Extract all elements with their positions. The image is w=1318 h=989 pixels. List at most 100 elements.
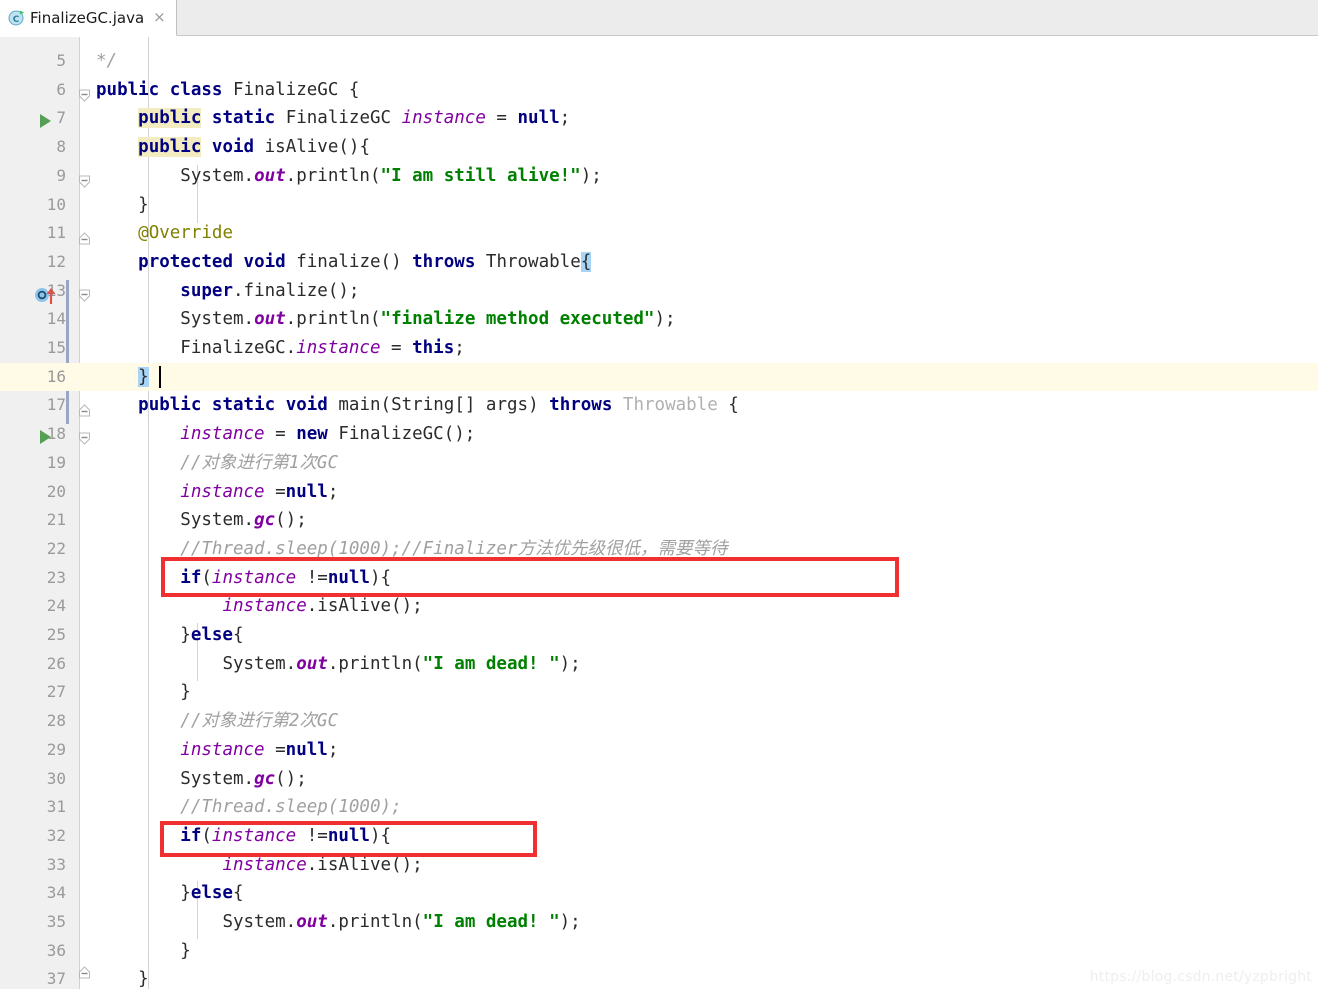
- run-gutter-icon[interactable]: [40, 430, 51, 444]
- line-number: 9: [56, 165, 66, 185]
- code-line[interactable]: 30 System.gc();: [0, 765, 1318, 794]
- line-number: 10: [46, 194, 66, 214]
- override-method-icon[interactable]: [34, 285, 60, 305]
- code-line[interactable]: 35 System.out.println("I am dead! ");: [0, 908, 1318, 937]
- line-number: 14: [46, 309, 66, 329]
- line-number: 23: [46, 567, 66, 587]
- code-line[interactable]: 9 System.out.println("I am still alive!"…: [0, 162, 1318, 191]
- code-line[interactable]: 20 instance =null;: [0, 478, 1318, 507]
- tab-finalizegc-java[interactable]: C FinalizeGC.java ×: [0, 0, 177, 36]
- code-text: System.out.println("finalize method exec…: [180, 309, 676, 330]
- code-line[interactable]: 25 }else{: [0, 621, 1318, 650]
- code-line[interactable]: 13 super.finalize();: [0, 277, 1318, 306]
- line-number: 8: [56, 137, 66, 157]
- line-number: 7: [56, 108, 66, 128]
- fold-marker-end[interactable]: [76, 964, 93, 981]
- code-text: System.gc();: [180, 768, 307, 789]
- editor-tab-bar: C FinalizeGC.java ×: [0, 0, 1318, 36]
- code-editor[interactable]: 5 */ 6 public class FinalizeGC { 7 public st…: [0, 37, 1318, 989]
- code-line[interactable]: 17 public static void main(String[] args…: [0, 391, 1318, 420]
- code-text: System.out.println("I am dead! ");: [222, 653, 581, 674]
- code-line[interactable]: 5 */: [0, 47, 1318, 76]
- line-number: 31: [46, 797, 66, 817]
- code-text: }: [138, 366, 149, 387]
- fold-marker-end[interactable]: [76, 230, 93, 247]
- tab-label: FinalizeGC.java: [30, 8, 145, 27]
- code-text: }: [96, 194, 149, 215]
- code-text: instance =null;: [180, 739, 339, 760]
- code-line[interactable]: 16 }: [0, 362, 1318, 392]
- fold-marker-minus[interactable]: [76, 287, 93, 304]
- code-text: }: [96, 940, 191, 961]
- code-text: }else{: [96, 625, 244, 645]
- line-number: 19: [46, 452, 66, 472]
- fold-marker-minus[interactable]: [76, 87, 93, 104]
- red-box-1: [161, 557, 899, 597]
- code-text: //对象进行第1次GC: [180, 452, 338, 473]
- code-line[interactable]: 21 System.gc();: [0, 506, 1318, 535]
- ide-editor-window: C FinalizeGC.java × 5 */ 6 public class Fin…: [0, 0, 1318, 989]
- line-number: 16: [46, 366, 66, 386]
- code-line[interactable]: 29 instance =null;: [0, 736, 1318, 765]
- svg-text:C: C: [13, 15, 20, 25]
- line-number: 15: [46, 338, 66, 357]
- code-text: }: [96, 682, 191, 703]
- close-icon[interactable]: ×: [153, 10, 166, 25]
- code-text: //Thread.sleep(1000);: [180, 797, 402, 818]
- line-number: 18: [46, 424, 66, 444]
- line-number: 30: [46, 768, 66, 788]
- code-line[interactable]: 26 System.out.println("I am dead! ");: [0, 650, 1318, 679]
- code-line[interactable]: 10 }: [0, 191, 1318, 220]
- code-text: }else{: [96, 883, 244, 904]
- line-number: 6: [56, 79, 66, 99]
- code-text: public static FinalizeGC instance = null…: [138, 108, 571, 129]
- code-text: public static void main(String[] args) t…: [138, 395, 739, 416]
- line-number: 28: [46, 711, 66, 731]
- code-line[interactable]: 19 //对象进行第1次GC: [0, 449, 1318, 478]
- code-line[interactable]: 11 @Override: [0, 219, 1318, 248]
- code-line[interactable]: 8 public void isAlive(){: [0, 133, 1318, 162]
- code-text: FinalizeGC.instance = this;: [180, 338, 465, 358]
- code-line[interactable]: 6 public class FinalizeGC {: [0, 76, 1318, 105]
- fold-marker-minus[interactable]: [76, 173, 93, 190]
- text-caret: [159, 365, 161, 388]
- code-line[interactable]: 27 }: [0, 678, 1318, 707]
- fold-marker-end[interactable]: [76, 402, 93, 419]
- code-line[interactable]: 12 protected void finalize() throws Thro…: [0, 248, 1318, 277]
- code-text: super.finalize();: [180, 280, 360, 301]
- code-line[interactable]: 15 FinalizeGC.instance = this;: [0, 334, 1318, 363]
- code-text: public class FinalizeGC {: [96, 79, 360, 100]
- code-text: protected void finalize() throws Throwab…: [138, 251, 592, 272]
- line-number: 17: [46, 395, 66, 415]
- line-number: 21: [46, 510, 66, 530]
- line-number: 26: [46, 653, 66, 673]
- code-line[interactable]: 14 System.out.println("finalize method e…: [0, 305, 1318, 334]
- code-line[interactable]: 34 }else{: [0, 879, 1318, 908]
- java-class-icon: C: [8, 9, 25, 26]
- watermark: https://blog.csdn.net/yzpbright: [1089, 969, 1312, 985]
- line-number: 29: [46, 739, 66, 759]
- code-text: }: [96, 969, 149, 989]
- code-text: */: [96, 51, 118, 71]
- line-number: 34: [46, 883, 66, 903]
- code-line[interactable]: 7 public static FinalizeGC instance = nu…: [0, 104, 1318, 133]
- line-number: 25: [46, 625, 66, 644]
- code-text: System.gc();: [180, 510, 307, 531]
- code-line[interactable]: 31 //Thread.sleep(1000);: [0, 793, 1318, 822]
- code-text: instance =null;: [180, 481, 339, 502]
- red-box-2: [160, 821, 537, 857]
- fold-marker-minus[interactable]: [76, 430, 93, 447]
- line-number: 33: [46, 854, 66, 874]
- line-number: 35: [46, 912, 66, 931]
- code-text: @Override: [138, 223, 233, 244]
- line-number: 32: [46, 825, 66, 845]
- line-number: 11: [46, 223, 66, 243]
- line-number: 5: [56, 51, 66, 70]
- code-line[interactable]: 18 instance = new FinalizeGC();: [0, 420, 1318, 449]
- code-text: public void isAlive(){: [138, 137, 370, 158]
- line-number: 22: [46, 538, 66, 558]
- code-line[interactable]: 36 }: [0, 937, 1318, 966]
- run-gutter-icon[interactable]: [40, 114, 51, 128]
- code-text: instance = new FinalizeGC();: [180, 424, 476, 445]
- code-line[interactable]: 28 //对象进行第2次GC: [0, 707, 1318, 736]
